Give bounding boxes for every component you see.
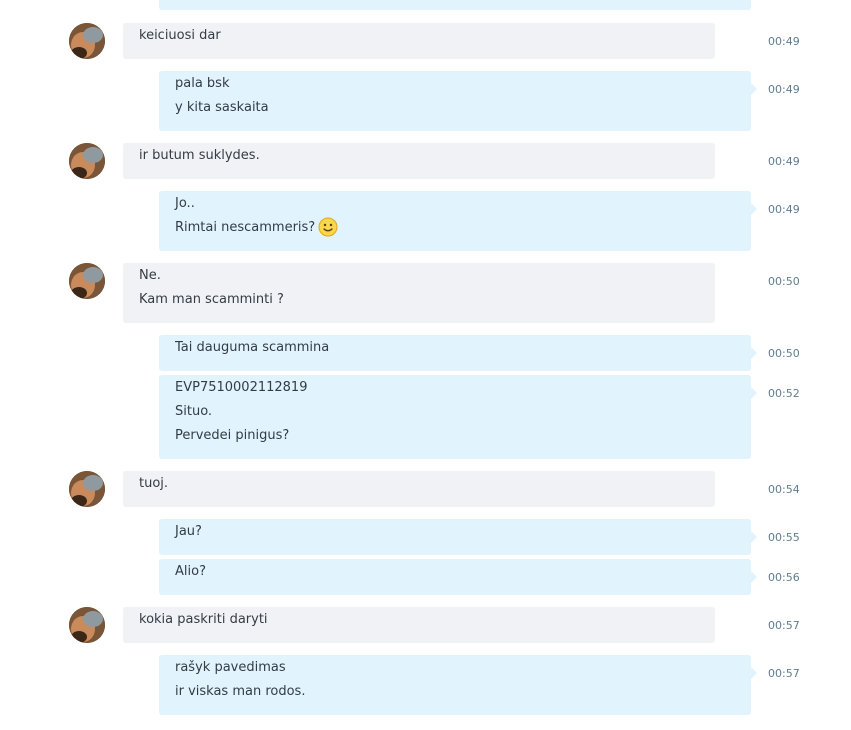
message-bubble-outgoing[interactable]: Alio? [159, 559, 757, 595]
message-timestamp: 00:52 [768, 387, 800, 400]
message-bubble-outgoing[interactable]: Tai dauguma scammina [159, 335, 757, 371]
message-bubble-incoming[interactable]: Ne. Kam man scamminti ? [123, 263, 715, 323]
message-timestamp: 00:55 [768, 531, 800, 544]
message-timestamp: 00:57 [768, 667, 800, 680]
message-timestamp: 00:50 [768, 347, 800, 360]
contact-avatar[interactable] [69, 607, 105, 643]
message-timestamp: 00:49 [768, 203, 800, 216]
message-bubble-incoming[interactable]: kokia paskriti daryti [123, 607, 715, 643]
message-bubble-incoming[interactable]: tuoj. [123, 471, 715, 507]
avatar-image [69, 607, 105, 643]
message-text: ir butum suklydes. [139, 148, 260, 163]
avatar-image [69, 263, 105, 299]
message-text: Tai dauguma scammina [175, 340, 330, 355]
avatar-image [69, 143, 105, 179]
contact-avatar[interactable] [69, 263, 105, 299]
message-bubble-outgoing[interactable]: Jau? [159, 519, 757, 555]
message-bubble-outgoing[interactable]: rašyk pavedimas ir viskas man rodos. [159, 655, 757, 715]
message-bubble-outgoing[interactable]: EVP7510002112819 Situo. Pervedei pinigus… [159, 375, 757, 459]
message-text: Alio? [175, 564, 206, 579]
message-text: Rimtai nescammeris? [175, 220, 316, 235]
message-text: keiciuosi dar [139, 28, 221, 43]
message-text: Ne. [139, 268, 161, 283]
message-text: Jo.. [175, 196, 195, 211]
message-bubble-incoming[interactable]: ir butum suklydes. [123, 143, 715, 179]
message-bubble-outgoing[interactable]: pala bsk y kita saskaita [159, 71, 757, 131]
message-timestamp: 00:49 [768, 155, 800, 168]
message-text: Jau? [175, 524, 202, 539]
message-bubble-incoming[interactable]: keiciuosi dar [123, 23, 715, 59]
smiley-emoji-icon [318, 217, 338, 237]
message-text: y kita saskaita [175, 100, 269, 115]
message-bubble-outgoing[interactable]: Jo.. Rimtai nescammeris? [159, 191, 757, 251]
avatar-image [69, 23, 105, 59]
message-text: Pervedei pinigus? [175, 428, 290, 443]
message-text: ir viskas man rodos. [175, 684, 306, 699]
contact-avatar[interactable] [69, 143, 105, 179]
message-timestamp: 00:54 [768, 483, 800, 496]
previous-message-bubble-edge [159, 0, 751, 10]
message-timestamp: 00:50 [768, 275, 800, 288]
message-text: EVP7510002112819 [175, 380, 308, 395]
message-text: rašyk pavedimas [175, 660, 286, 675]
message-text: Kam man scamminti ? [139, 292, 284, 307]
message-text: kokia paskriti daryti [139, 612, 268, 627]
contact-avatar[interactable] [69, 23, 105, 59]
avatar-image [69, 471, 105, 507]
message-timestamp: 00:56 [768, 571, 800, 584]
message-timestamp: 00:49 [768, 35, 800, 48]
message-timestamp: 00:49 [768, 83, 800, 96]
message-text-row: Rimtai nescammeris? [175, 216, 735, 240]
message-text: Situo. [175, 404, 213, 419]
message-timestamp: 00:57 [768, 619, 800, 632]
message-text: pala bsk [175, 76, 230, 91]
message-text: tuoj. [139, 476, 169, 491]
contact-avatar[interactable] [69, 471, 105, 507]
